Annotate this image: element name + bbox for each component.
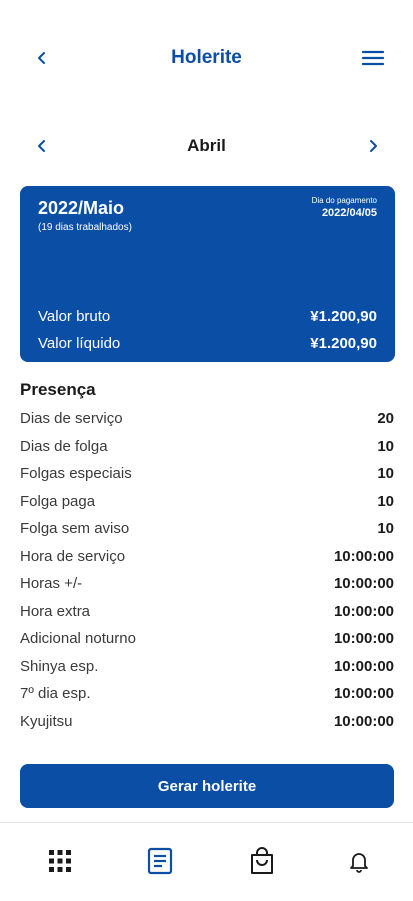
list-item-value: 10 [377,465,394,482]
list-item-value: 10 [377,492,394,510]
list-item: Hora de serviço 10:00:00 [20,544,394,572]
list-item-value: 20 [377,410,394,427]
list-item-label: Folgas especiais [20,465,132,482]
list-item-label: Dias de serviço [20,410,123,427]
payment-date-caption: Dia do pagamento [311,196,377,205]
payslip-document-icon [147,847,173,875]
list-item: Folga paga 10 [20,489,394,517]
gross-value-amount: ¥1.200,90 [310,308,377,325]
bell-icon [350,853,368,873]
nav-shop[interactable] [246,845,278,877]
apps-grid-icon [49,850,71,872]
list-item-label: Dias de folga [20,437,108,455]
nav-apps[interactable] [44,845,76,877]
list-item-value: 10:00:00 [333,657,394,675]
nav-notifications[interactable] [343,845,375,877]
nav-payslip[interactable] [144,845,176,877]
gross-value-label: Valor bruto [38,308,111,325]
list-item: Hora extra 10:00:00 [20,599,394,627]
list-item-value: 10 [377,520,394,537]
list-item: Dias de folga 10 [20,434,394,462]
hamburger-menu-icon [362,50,384,66]
list-item: Shinya esp. 10:00:00 [20,654,394,682]
bottom-navigation [0,822,413,901]
net-value-amount: ¥1.200,90 [310,335,377,352]
list-item: Horas +/- 10:00:00 [20,571,394,599]
list-item: Folga sem aviso 10 [20,516,394,544]
list-item: Dias de serviço 20 [20,406,394,434]
list-item-value: 10:00:00 [333,685,394,702]
page-title: Holerite [171,47,242,68]
chevron-right-icon [370,140,377,152]
payment-date-value: 2022/04/05 [321,207,377,219]
list-item: Kyujitsu 10:00:00 [20,709,394,737]
list-item-label: Horas +/- [20,575,83,592]
month-label: Abril [187,136,226,155]
generate-payslip-button[interactable]: Gerar holerite [20,764,394,808]
list-item-label: Folga paga [20,492,96,510]
list-item-label: Hora extra [20,602,91,620]
list-item-label: Folga sem aviso [20,520,130,537]
gross-value-row: Valor bruto ¥1.200,90 [38,308,377,328]
list-item-label: Adicional noturno [20,630,136,647]
net-value-label: Valor líquido [38,335,121,352]
list-item: Adicional noturno 10:00:00 [20,626,394,654]
list-item-label: Hora de serviço [20,547,126,565]
net-value-row: Valor líquido ¥1.200,90 [38,335,377,355]
presence-list: Dias de serviço 20 Dias de folga 10 Folgas… [20,406,394,736]
list-item-value: 10:00:00 [333,602,394,620]
list-item-value: 10:00:00 [333,575,394,592]
list-item: Folgas especiais 10 [20,461,394,489]
presence-section-title: Presença [20,380,96,399]
payslip-summary-card: 2022/Maio (19 dias trabalhados) Dia do p… [20,186,395,362]
list-item-value: 10 [377,437,394,455]
list-item-label: Kyujitsu [20,712,73,730]
list-item: 7º dia esp. 10:00:00 [20,681,394,709]
menu-button[interactable] [361,46,385,70]
next-month-button[interactable] [361,134,385,158]
month-navigator: Abril [0,130,413,162]
app-header: Holerite [0,36,413,80]
list-item-label: Shinya esp. [20,657,99,675]
period-label: 2022/Maio [38,198,125,218]
list-item-value: 10:00:00 [333,630,394,647]
list-item-value: 10:00:00 [333,547,394,565]
shopping-bag-icon [251,847,273,874]
days-worked-label: (19 dias trabalhados) [38,222,132,233]
list-item-value: 10:00:00 [333,712,394,730]
list-item-label: 7º dia esp. [20,685,91,702]
